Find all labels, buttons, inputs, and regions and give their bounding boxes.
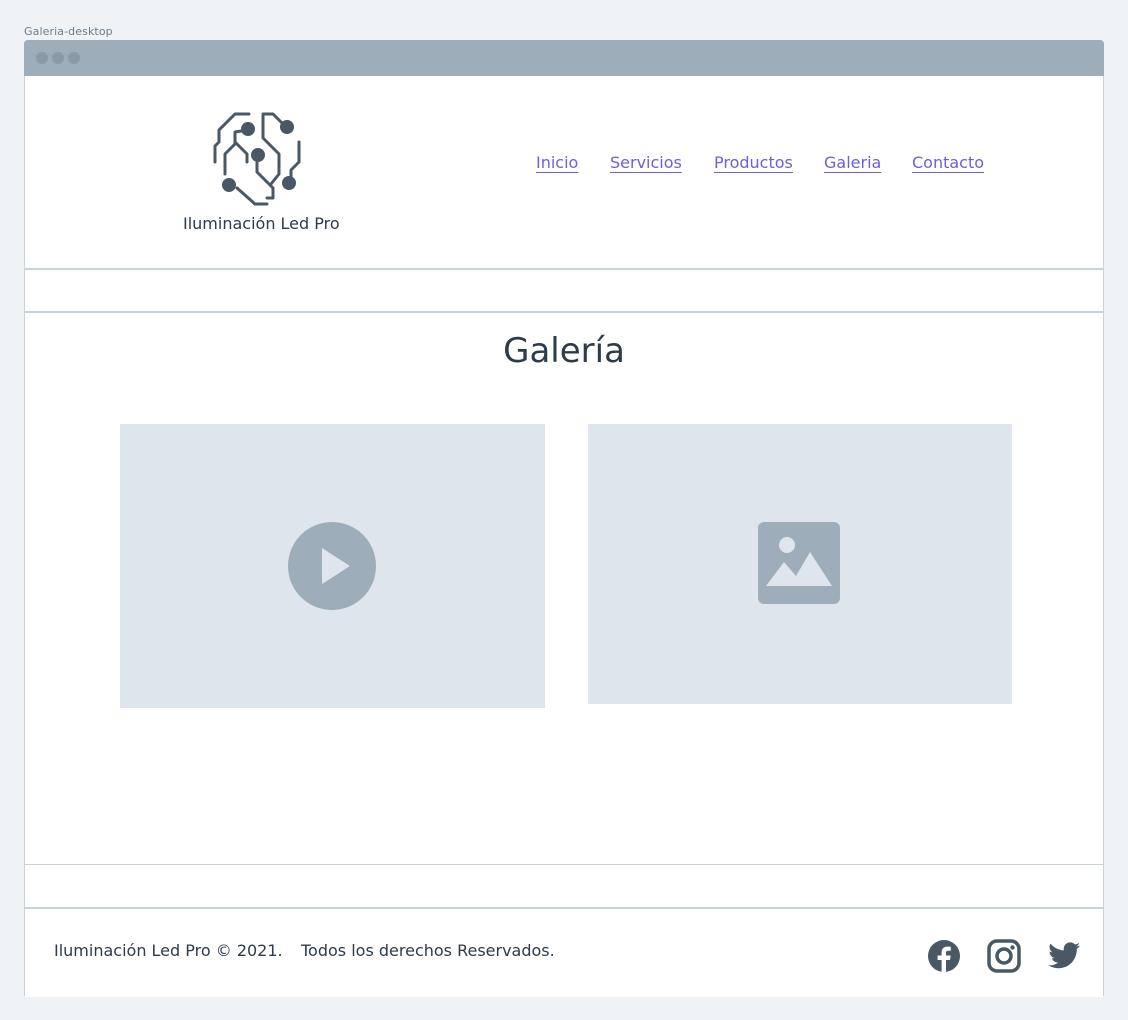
nav-link-galeria[interactable]: Galeria [824, 153, 881, 172]
spacer-band [25, 270, 1103, 312]
nav-link-contacto[interactable]: Contacto [912, 153, 984, 172]
video-placeholder[interactable] [120, 424, 545, 708]
site-footer: Iluminación Led Pro © 2021. Todos los de… [25, 907, 1103, 997]
page-title: Galería [503, 331, 625, 371]
brand-name: Iluminación Led Pro [183, 214, 340, 233]
window-titlebar [24, 40, 1104, 76]
image-placeholder[interactable] [588, 424, 1012, 704]
site-header: Iluminación Led Pro Inicio Servicios Pro… [25, 76, 1103, 270]
window-maximize-dot[interactable] [68, 52, 80, 64]
spacer-band [25, 865, 1103, 907]
gallery-section: Galería [25, 311, 1103, 866]
instagram-icon[interactable] [987, 939, 1021, 973]
window-close-dot[interactable] [36, 52, 48, 64]
frame-title: Galeria-desktop [24, 25, 113, 38]
footer-copyright: Iluminación Led Pro © 2021. [54, 941, 283, 960]
nav-link-inicio[interactable]: Inicio [536, 153, 578, 172]
circuit-logo-icon[interactable] [211, 112, 307, 206]
twitter-icon[interactable] [1047, 939, 1081, 973]
browser-window: Iluminación Led Pro Inicio Servicios Pro… [24, 40, 1104, 997]
play-icon[interactable] [288, 522, 376, 610]
facebook-icon[interactable] [927, 939, 961, 973]
window-minimize-dot[interactable] [52, 52, 64, 64]
footer-rights: Todos los derechos Reservados. [301, 941, 555, 960]
image-icon [758, 522, 840, 604]
nav-link-servicios[interactable]: Servicios [610, 153, 682, 172]
nav-link-productos[interactable]: Productos [714, 153, 793, 172]
